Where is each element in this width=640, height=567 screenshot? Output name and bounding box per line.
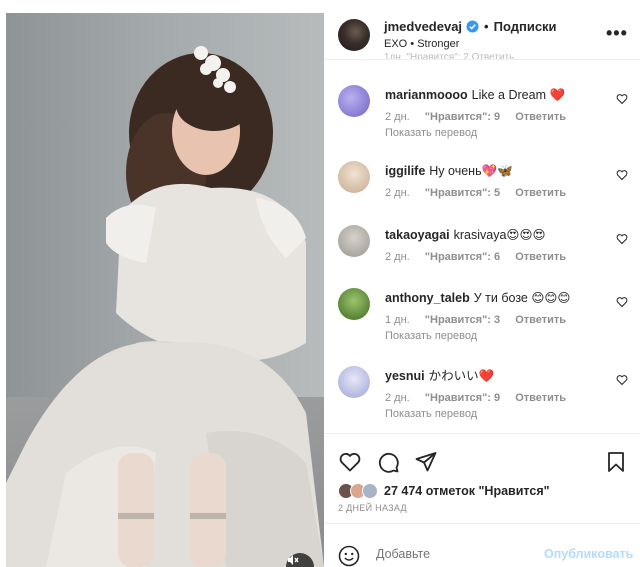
show-translation-link[interactable]: Показать перевод — [385, 330, 477, 342]
comment-time: 2 дн. — [385, 251, 410, 263]
comment-heart-icon[interactable] — [616, 233, 628, 245]
reply-button[interactable]: Ответить — [515, 111, 566, 123]
share-icon[interactable] — [414, 450, 438, 474]
comment-meta: 1 дн. "Нравится": 3 Ответить — [385, 314, 578, 326]
comment-time: 2 дн. — [385, 392, 410, 404]
commenter-avatar[interactable] — [338, 288, 370, 320]
author-line: jmedvedevaj • Подписки — [384, 19, 557, 34]
comment-heart-icon[interactable] — [616, 374, 628, 386]
comment-meta: 2 дн. "Нравится": 6 Ответить — [385, 251, 578, 263]
comment-divider — [324, 523, 640, 524]
likes-row[interactable]: 27 474 отметок "Нравится" — [338, 483, 550, 499]
more-icon[interactable]: ••• — [606, 23, 628, 44]
bookmark-icon[interactable] — [604, 450, 628, 474]
comment-body: yesnui かわいい❤️ — [385, 368, 615, 384]
liker-avatar — [362, 483, 378, 499]
author-avatar[interactable] — [338, 19, 370, 51]
publish-button[interactable]: Опубликовать — [544, 547, 633, 561]
post-timestamp: 2 ДНЕЙ НАЗАД — [338, 503, 407, 513]
comment-username[interactable]: yesnui — [385, 369, 425, 383]
comment-body: marianmoooo Like a Dream ❤️ — [385, 87, 615, 103]
show-translation-link[interactable]: Показать перевод — [385, 127, 477, 139]
photo-illustration — [6, 46, 324, 567]
comment-text: krasivaya😍😍😍 — [453, 228, 546, 242]
reply-button[interactable]: Ответить — [515, 392, 566, 404]
commenter-avatar[interactable] — [338, 161, 370, 193]
comment-text: かわいい❤️ — [428, 369, 495, 383]
comment-likes[interactable]: "Нравится": 5 — [425, 187, 500, 199]
comment-heart-icon[interactable] — [616, 93, 628, 105]
comment-meta: 2 дн. "Нравится": 5 Ответить — [385, 187, 578, 199]
comment-body: iggilife Ну очень💖🦋 — [385, 163, 615, 179]
add-comment-row: Опубликовать — [338, 541, 640, 567]
comment-username[interactable]: iggilife — [385, 164, 425, 178]
commenter-avatar[interactable] — [338, 225, 370, 257]
comment-time: 2 дн. — [385, 187, 410, 199]
commenter-avatar[interactable] — [338, 366, 370, 398]
follow-button[interactable]: Подписки — [494, 19, 557, 34]
comment-heart-icon[interactable] — [616, 169, 628, 181]
reply-button[interactable]: Ответить — [515, 314, 566, 326]
comment-heart-icon[interactable] — [616, 296, 628, 308]
likes-count[interactable]: 27 474 отметок "Нравится" — [384, 484, 550, 498]
heart-icon[interactable] — [338, 450, 362, 474]
audio-subtitle[interactable]: EXO • Stronger — [384, 38, 459, 50]
comment-body: takaoyagai krasivaya😍😍😍 — [385, 227, 615, 243]
post-header: jmedvedevaj • Подписки EXO • Stronger ••… — [324, 13, 640, 61]
comment-text: Ну очень💖🦋 — [429, 164, 513, 178]
verified-icon — [466, 20, 479, 33]
reply-button[interactable]: Ответить — [515, 251, 566, 263]
post-panel: jmedvedevaj • Подписки EXO • Stronger ••… — [324, 13, 640, 567]
comment-likes[interactable]: "Нравится": 3 — [425, 314, 500, 326]
comment-meta: 2 дн. "Нравится": 9 Ответить — [385, 392, 578, 404]
comment-username[interactable]: takaoyagai — [385, 228, 450, 242]
actions-divider — [324, 433, 640, 434]
comment-text: Like a Dream ❤️ — [471, 88, 566, 102]
reply-button[interactable]: Ответить — [515, 187, 566, 199]
comment-likes[interactable]: "Нравится": 6 — [425, 251, 500, 263]
mute-icon — [288, 555, 299, 565]
comment-body: anthony_taleb У ти бозе 😊😊😊 — [385, 290, 615, 306]
post-actions — [338, 450, 628, 476]
show-translation-link[interactable]: Показать перевод — [385, 408, 477, 420]
commenter-avatar[interactable] — [338, 85, 370, 117]
comment-likes[interactable]: "Нравится": 9 — [425, 392, 500, 404]
comment-text: У ти бозе 😊😊😊 — [473, 291, 571, 305]
add-comment-input[interactable] — [376, 547, 526, 561]
comment-time: 2 дн. — [385, 111, 410, 123]
smile-icon[interactable] — [338, 545, 360, 567]
header-divider — [324, 59, 640, 60]
comment-username[interactable]: marianmoooo — [385, 88, 468, 102]
comment-meta: 2 дн. "Нравится": 9 Ответить — [385, 111, 578, 123]
comment-likes[interactable]: "Нравится": 9 — [425, 111, 500, 123]
author-username[interactable]: jmedvedevaj — [384, 19, 462, 34]
comment-icon[interactable] — [376, 450, 400, 474]
comment-time: 1 дн. — [385, 314, 410, 326]
comment-username[interactable]: anthony_taleb — [385, 291, 470, 305]
post-media[interactable] — [6, 13, 324, 567]
instagram-post: jmedvedevaj • Подписки EXO • Stronger ••… — [0, 0, 640, 567]
separator-dot: • — [484, 19, 489, 34]
